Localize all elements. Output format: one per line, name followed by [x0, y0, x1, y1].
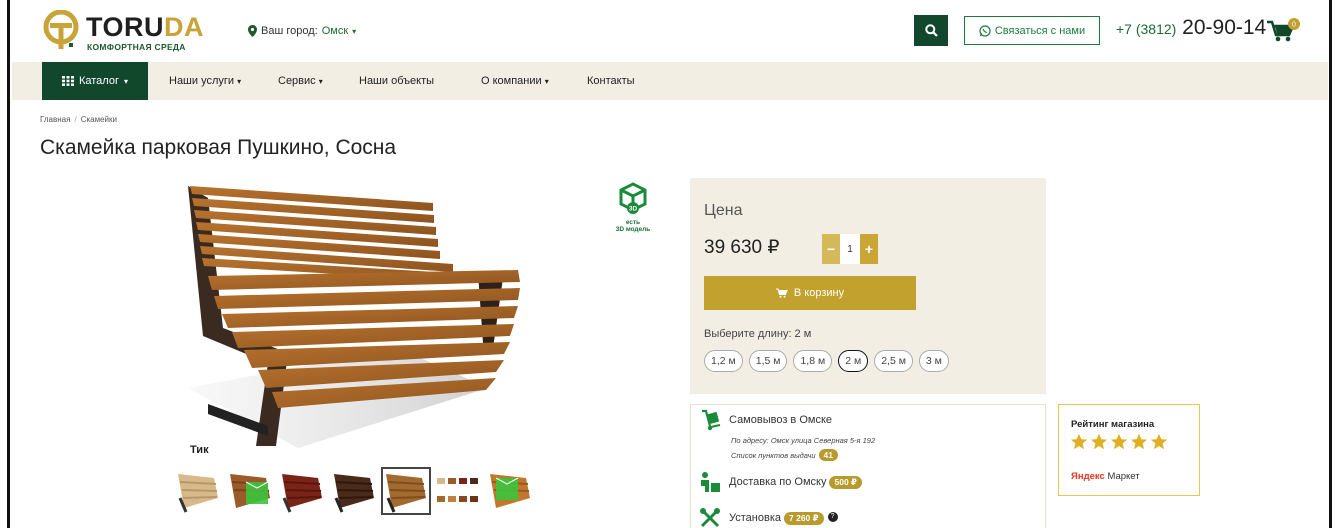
nav-catalog-label: Каталог: [78, 75, 119, 87]
grid-icon: [61, 76, 74, 86]
thumbnail-walnut-3d[interactable]: [226, 468, 274, 514]
delivery-title: Доставка по Омску 500 ₽: [729, 475, 862, 489]
add-to-cart-label: В корзину: [793, 287, 845, 299]
logo-tagline: КОМФОРТНАЯ СРЕДА: [87, 42, 186, 52]
phone-number: 20-90-14: [1182, 16, 1267, 39]
phone-link[interactable]: +7 (3812) 20-90-14: [1116, 16, 1266, 40]
rating-stars: [1070, 433, 1168, 451]
nav-item-contacts[interactable]: Контакты: [587, 62, 635, 100]
nav-item-about[interactable]: О компании ▾: [481, 62, 549, 100]
whatsapp-icon: [979, 24, 991, 37]
main-nav: Каталог ▾ Наши услуги ▾ Сервис ▾ Наши об…: [12, 62, 1328, 100]
delivery-row: Доставка по Омску 500 ₽: [699, 471, 862, 493]
length-options: 1,2 м 1,5 м 1,8 м 2 м 2,5 м 3 м: [704, 350, 949, 372]
help-icon[interactable]: ?: [827, 511, 838, 522]
chevron-down-icon: ▾: [123, 76, 128, 86]
svg-text:3D: 3D: [629, 206, 638, 213]
nav-item-service[interactable]: Сервис ▾: [278, 62, 323, 100]
chevron-down-icon: ▾: [544, 76, 549, 86]
tools-icon: [700, 508, 720, 528]
price-panel: Цена 39 630 ₽ − 1 + В корзину Выберите д…: [690, 178, 1046, 394]
store-rating-widget[interactable]: Рейтинг магазина Яндекс Маркет: [1058, 404, 1200, 496]
dolly-icon: [702, 409, 721, 431]
cart-icon: [775, 288, 788, 298]
breadcrumb-separator: /: [74, 115, 77, 124]
price-value: 39 630 ₽: [704, 237, 780, 258]
quantity-stepper: − 1 +: [822, 234, 878, 264]
install-title: Установка 7 260 ₽?: [729, 511, 838, 525]
length-option-1-5[interactable]: 1,5 м: [748, 350, 788, 372]
3d-model-badge[interactable]: 3D есть 3D модель: [610, 182, 656, 242]
contact-us-button[interactable]: Связаться с нами: [964, 16, 1100, 45]
site-header: TORUDA КОМФОРТНАЯ СРЕДА Ваш город: Омск …: [12, 0, 1328, 62]
bench-backrest: [190, 186, 468, 282]
qty-increase-button[interactable]: +: [860, 234, 878, 264]
pickup-row: Самовывоз в Омске: [699, 409, 832, 431]
rating-source: Яндекс Маркет: [1071, 471, 1140, 482]
window-border-left: [7, 0, 10, 528]
pickup-points-count: 41: [818, 449, 838, 461]
courier-icon: [701, 472, 720, 492]
cube-3d-icon: 3D: [619, 182, 647, 214]
window-border-right: [1329, 0, 1332, 528]
delivery-panel: Самовывоз в Омске По адресу: Омск улица …: [690, 404, 1046, 528]
nav-item-objects[interactable]: Наши объекты: [359, 62, 434, 100]
3d-badge-line1: есть: [625, 219, 641, 226]
3d-badge-line2: 3D модель: [615, 226, 651, 233]
city-value: Омск: [321, 25, 349, 37]
phone-code: +7 (3812): [1116, 21, 1177, 37]
breadcrumb: Главная / Скамейки: [40, 115, 117, 124]
logo-mark-icon: [43, 10, 79, 49]
length-option-1-8[interactable]: 1,8 м: [793, 350, 833, 372]
pickup-title: Самовывоз в Омске: [729, 414, 833, 426]
product-main-image[interactable]: [168, 178, 538, 450]
rating-title: Рейтинг магазина: [1071, 419, 1155, 430]
delivery-price: 500 ₽: [829, 475, 862, 489]
star-icon: [1150, 433, 1168, 450]
install-price: 7 260 ₽: [784, 511, 824, 525]
length-option-1-2[interactable]: 1,2 м: [704, 350, 743, 372]
thumbnail-red[interactable]: [278, 468, 326, 514]
thumbnail-light-wood[interactable]: [174, 468, 222, 514]
color-thumbnails: [174, 467, 534, 515]
length-option-2-5[interactable]: 2,5 м: [874, 350, 913, 372]
thumbnail-swatches[interactable]: [434, 468, 482, 514]
breadcrumb-current[interactable]: Скамейки: [81, 115, 117, 124]
selected-color-label: Тик: [190, 444, 209, 456]
thumbnail-teak-selected[interactable]: [381, 467, 431, 515]
length-option-2[interactable]: 2 м: [838, 350, 869, 372]
site-logo[interactable]: TORUDA КОМФОРТНАЯ СРЕДА: [42, 8, 212, 54]
logo-wordmark: TORUDA: [86, 12, 205, 42]
page-title: Скамейка парковая Пушкино, Сосна: [40, 136, 397, 159]
price-label: Цена: [704, 202, 743, 219]
length-label: Выберите длину: 2 м: [704, 328, 812, 340]
install-row: Установка 7 260 ₽?: [699, 507, 838, 528]
pickup-points-link[interactable]: Список пунктов выдачи 41: [731, 449, 838, 461]
nav-item-services[interactable]: Наши услуги ▾: [169, 62, 241, 100]
contact-label: Связаться с нами: [994, 24, 1086, 37]
qty-input[interactable]: 1: [840, 234, 860, 264]
chevron-down-icon: ▾: [352, 26, 357, 36]
nav-catalog-button[interactable]: Каталог ▾: [42, 62, 148, 100]
search-button[interactable]: [914, 15, 948, 46]
thumbnail-honey-3d[interactable]: [486, 468, 534, 514]
star-icon: [1090, 433, 1108, 450]
cart-count: 0: [1292, 22, 1296, 29]
thumbnail-dark-brown[interactable]: [330, 468, 378, 514]
city-label: Ваш город:: [261, 25, 318, 37]
location-pin-icon: [248, 25, 257, 37]
chevron-down-icon: ▾: [318, 76, 323, 86]
cart-icon[interactable]: 0: [1266, 18, 1300, 44]
add-to-cart-button[interactable]: В корзину: [704, 276, 916, 310]
length-option-3[interactable]: 3 м: [918, 350, 949, 372]
star-icon: [1110, 433, 1128, 450]
breadcrumb-home[interactable]: Главная: [40, 115, 70, 124]
star-icon: [1070, 433, 1088, 450]
qty-decrease-button[interactable]: −: [822, 234, 840, 264]
chevron-down-icon: ▾: [237, 76, 242, 86]
pickup-address: По адресу: Омск улица Северная 5-я 192: [731, 436, 876, 445]
search-icon: [924, 24, 938, 37]
star-icon: [1130, 433, 1148, 450]
city-selector[interactable]: Ваш город: Омск ▾: [248, 25, 356, 37]
